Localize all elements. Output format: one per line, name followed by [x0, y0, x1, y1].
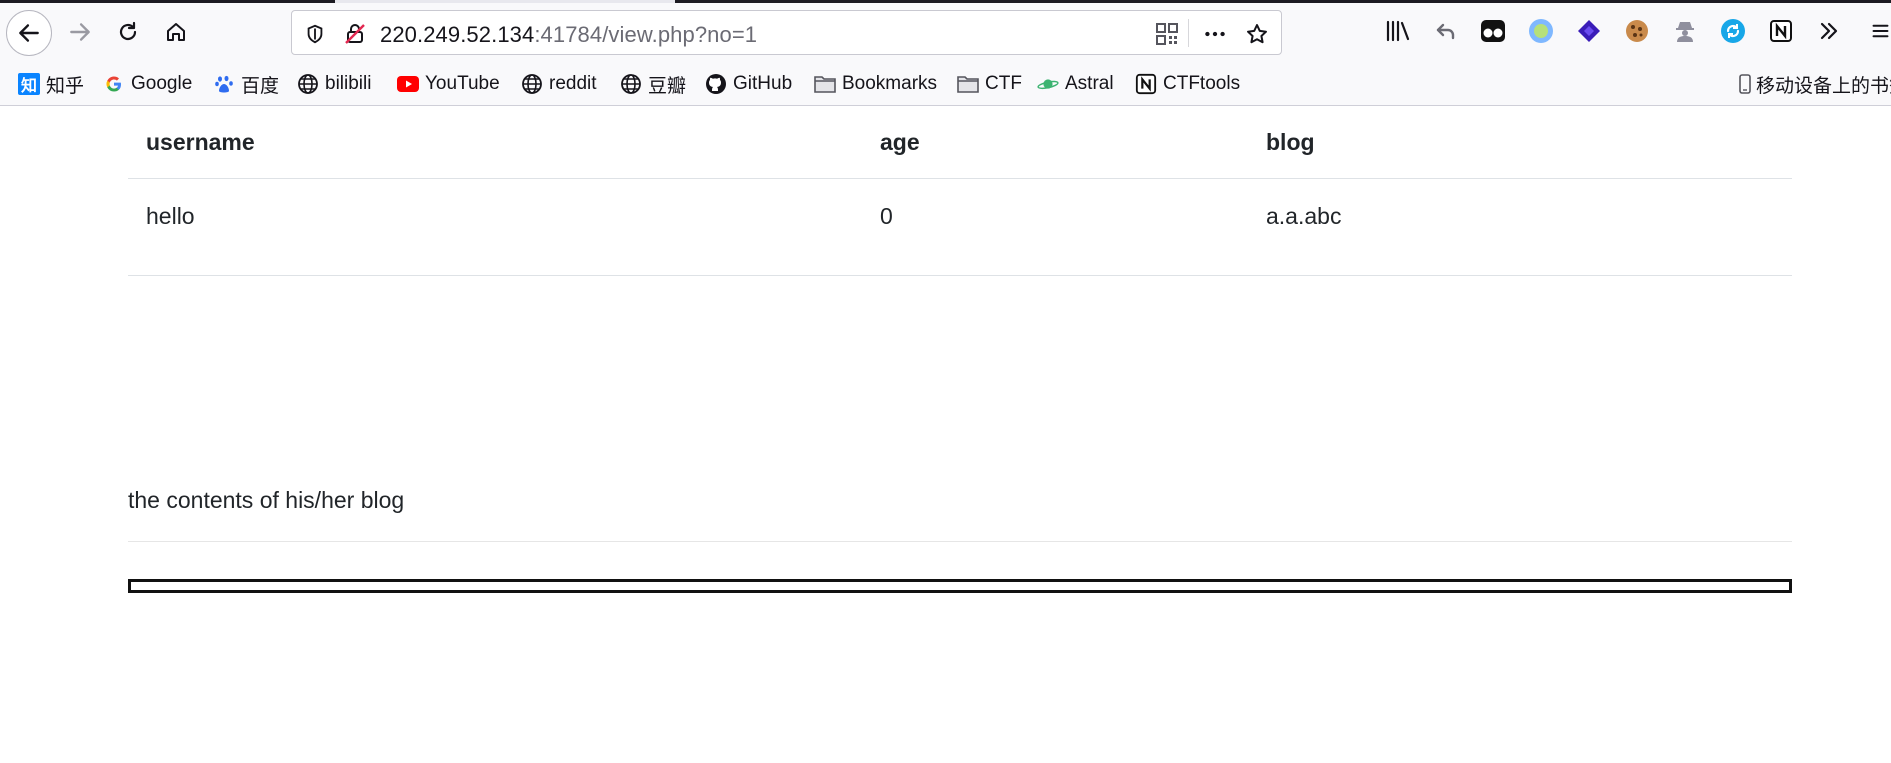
google-icon — [103, 73, 125, 95]
home-icon — [167, 23, 185, 41]
table-row: hello 0 a.a.abc — [128, 179, 1792, 276]
folder-icon — [957, 73, 979, 95]
bookmark-google[interactable]: Google — [103, 70, 192, 98]
bookmark-label: 豆瓣 — [648, 75, 687, 97]
bookmark-reddit[interactable]: reddit — [521, 70, 597, 98]
bookmarks-toolbar: 知 知乎 Google 百度 bilibili YouTube reddit 豆… — [0, 68, 1891, 100]
astral-planet-icon — [1037, 73, 1059, 95]
url-path: :41784/view.php?no=1 — [534, 22, 758, 47]
insecure-lock-icon[interactable] — [342, 21, 368, 47]
tab-strip-right — [675, 0, 1891, 3]
bookmark-star-icon[interactable] — [1244, 21, 1270, 47]
reload-button[interactable] — [106, 10, 150, 54]
bookmark-astral[interactable]: Astral — [1037, 70, 1114, 98]
forward-button[interactable] — [58, 10, 102, 54]
notion-icon[interactable] — [1766, 16, 1796, 46]
extension-circle-icon[interactable] — [1526, 16, 1556, 46]
bookmark-label: bilibili — [325, 73, 372, 94]
bookmark-github[interactable]: GitHub — [705, 70, 792, 98]
hamburger-menu-icon[interactable] — [1870, 16, 1891, 46]
bookmark-label: 百度 — [241, 75, 280, 97]
undo-arrow-icon[interactable] — [1431, 16, 1461, 46]
url-bar[interactable]: 220.249.52.134:41784/view.php?no=1 — [291, 10, 1282, 55]
cell-age: 0 — [880, 203, 893, 229]
bookmark-label: CTFtools — [1163, 73, 1241, 94]
header-blog: blog — [1266, 129, 1315, 155]
sync-extension-icon[interactable] — [1718, 16, 1748, 46]
shield-icon[interactable] — [302, 21, 328, 47]
bookmark-bilibili[interactable]: bilibili — [297, 70, 371, 98]
blog-contents-frame[interactable] — [128, 579, 1792, 593]
urlbar-divider — [1188, 19, 1189, 47]
overflow-chevron-icon[interactable] — [1814, 16, 1844, 46]
blog-contents-label: the contents of his/her blog — [128, 487, 405, 513]
table-header-row: username age blog — [128, 107, 1792, 179]
mobile-device-icon — [1738, 73, 1752, 95]
globe-icon — [521, 73, 543, 95]
mobile-bookmarks-label: 移动设备上的书签 — [1756, 75, 1891, 97]
page-actions-icon[interactable] — [1202, 21, 1228, 47]
divider — [128, 541, 1792, 542]
browser-chrome: 220.249.52.134:41784/view.php?no=1 知 知乎 … — [0, 0, 1891, 106]
github-icon — [705, 73, 727, 95]
header-username: username — [146, 129, 255, 155]
header-age: age — [880, 129, 920, 155]
home-button[interactable] — [154, 10, 198, 54]
bookmark-label: 知乎 — [46, 75, 85, 97]
youtube-icon — [397, 73, 419, 95]
bookmark-label: CTF — [985, 73, 1022, 94]
bookmark-baidu[interactable]: 百度 — [213, 70, 279, 98]
notion-icon — [1135, 73, 1157, 95]
bookmark-youtube[interactable]: YouTube — [397, 70, 500, 98]
globe-icon — [620, 73, 642, 95]
qr-code-icon[interactable] — [1154, 21, 1180, 47]
bookmark-douban[interactable]: 豆瓣 — [620, 70, 686, 98]
bookmark-folder-ctf[interactable]: CTF — [957, 70, 1022, 98]
arrow-left-icon — [19, 24, 39, 42]
layers-extension-icon[interactable] — [1574, 16, 1604, 46]
arrow-right-icon — [70, 23, 90, 41]
bookmark-label: Google — [131, 73, 193, 94]
bookmark-label: Astral — [1065, 73, 1114, 94]
bookmark-label: GitHub — [733, 73, 793, 94]
baidu-paw-icon — [213, 73, 235, 95]
cell-username: hello — [146, 203, 195, 229]
zhihu-glyph: 知 — [18, 73, 40, 95]
bookmark-ctftools[interactable]: CTFtools — [1135, 70, 1240, 98]
cookie-icon[interactable] — [1622, 16, 1652, 46]
mobile-bookmarks[interactable]: 移动设备上的书签 — [1738, 70, 1891, 98]
library-icon[interactable] — [1383, 16, 1413, 46]
page-content: username age blog hello 0 a.a.abc the co… — [0, 107, 1891, 763]
folder-icon — [814, 73, 836, 95]
reload-icon — [119, 21, 137, 41]
bookmark-label: Bookmarks — [842, 73, 938, 94]
spy-agent-icon[interactable] — [1670, 16, 1700, 46]
back-button[interactable] — [6, 10, 52, 56]
tampermonkey-icon[interactable] — [1478, 16, 1508, 46]
url-host: 220.249.52.134 — [380, 22, 535, 47]
url-text[interactable]: 220.249.52.134:41784/view.php?no=1 — [380, 22, 757, 48]
zhihu-icon: 知 — [18, 73, 40, 95]
cell-blog: a.a.abc — [1266, 203, 1342, 229]
bookmark-label: reddit — [549, 73, 597, 94]
tab-strip-left — [0, 0, 335, 3]
bookmark-label: YouTube — [425, 73, 500, 94]
bookmark-zhihu[interactable]: 知 知乎 — [18, 70, 84, 98]
bookmark-folder-bookmarks[interactable]: Bookmarks — [814, 70, 937, 98]
globe-icon — [297, 73, 319, 95]
active-tab-indicator[interactable] — [335, 0, 675, 3]
